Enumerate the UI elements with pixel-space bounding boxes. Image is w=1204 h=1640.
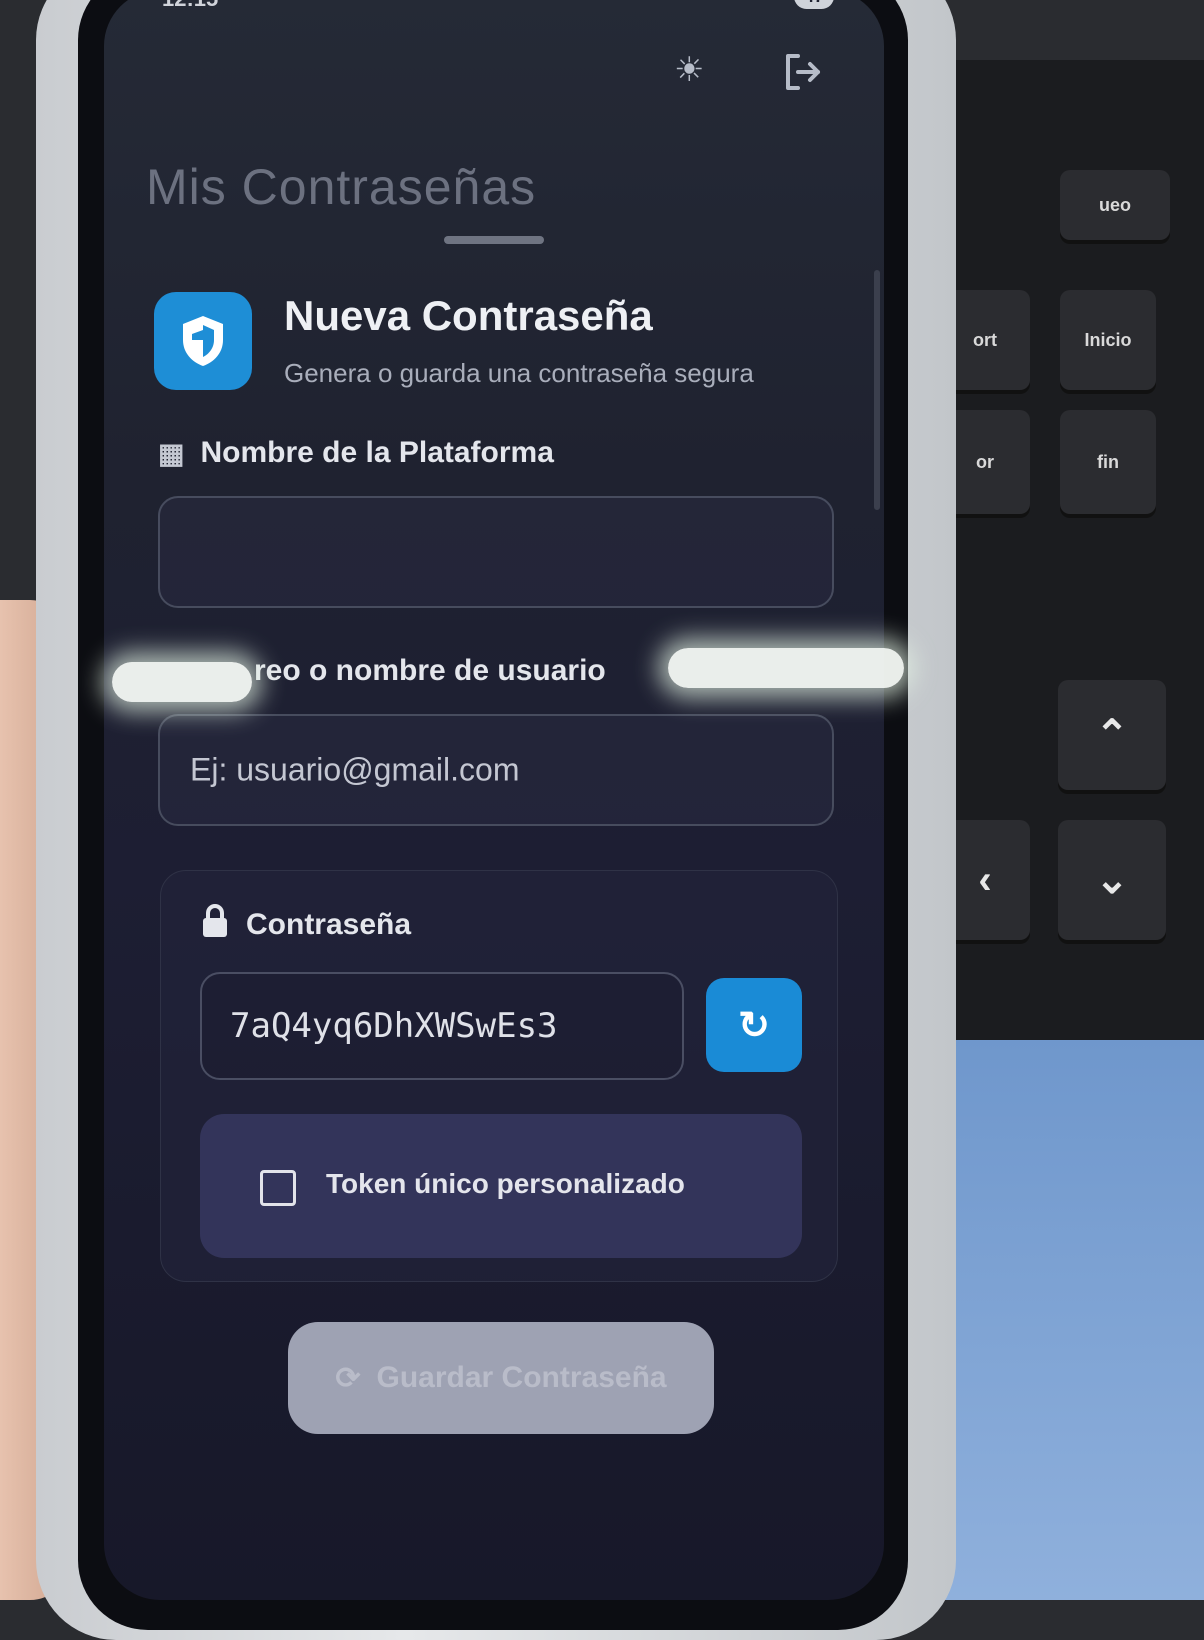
theme-toggle-icon[interactable]: ☀: [674, 50, 704, 90]
platform-input[interactable]: [158, 496, 834, 608]
keyboard-key: ueo: [1060, 170, 1170, 240]
building-icon: ▦: [158, 437, 185, 469]
password-field-label: Contraseña: [200, 904, 411, 945]
glare-reflection: [112, 662, 252, 702]
token-checkbox[interactable]: [260, 1170, 296, 1206]
user-input-placeholder: Ej: usuario@gmail.com: [190, 751, 520, 788]
status-time: 12:15: [162, 0, 218, 12]
save-password-button[interactable]: ⟳ Guardar Contraseña: [288, 1322, 714, 1434]
regenerate-password-button[interactable]: ↻: [706, 978, 802, 1072]
keyboard-key: Inicio: [1060, 290, 1156, 390]
shield-icon: [154, 292, 252, 390]
password-value: 7aQ4yq6DhXWSwEs3: [230, 1006, 558, 1046]
arrow-down-key: ⌄: [1058, 820, 1166, 940]
lock-icon: [200, 904, 230, 945]
sheet-title: Nueva Contraseña: [284, 292, 653, 339]
user-label-text: reo o nombre de usuario: [254, 654, 606, 687]
save-button-label: Guardar Contraseña: [376, 1361, 667, 1394]
arrow-up-key: ⌃: [1058, 680, 1166, 790]
glare-reflection: [668, 648, 904, 688]
sheet-subtitle: Genera o guarda una contraseña segura: [284, 358, 754, 388]
keyboard: ueo Inicio fin ort or ⌃ ⌄ ‹: [930, 60, 1204, 1060]
platform-label-text: Nombre de la Plataforma: [200, 436, 554, 469]
user-field-label: reo o nombre de usuario: [254, 654, 606, 688]
token-label: Token único personalizado: [326, 1168, 685, 1199]
keyboard-key: fin: [1060, 410, 1156, 514]
save-icon: ⟳: [335, 1361, 361, 1395]
password-label-text: Contraseña: [246, 907, 412, 941]
battery-indicator: 47: [793, 0, 834, 9]
logout-icon[interactable]: [780, 50, 824, 103]
user-input[interactable]: Ej: usuario@gmail.com: [158, 714, 834, 826]
platform-field-label: ▦ Nombre de la Plataforma: [158, 436, 554, 470]
token-option[interactable]: Token único personalizado: [200, 1114, 802, 1258]
sheet-drag-handle[interactable]: [444, 236, 544, 244]
refresh-icon: ↻: [738, 1004, 770, 1047]
desk: [930, 1040, 1204, 1600]
password-input[interactable]: 7aQ4yq6DhXWSwEs3: [200, 972, 684, 1080]
status-bar: 12:15 47: [152, 0, 844, 20]
screen-title: Mis Contraseñas: [146, 159, 537, 215]
phone-screen: 12:15 47 ☀ Mis Contraseñas Nueva Contras…: [104, 0, 884, 1600]
scrollbar[interactable]: [874, 270, 880, 510]
